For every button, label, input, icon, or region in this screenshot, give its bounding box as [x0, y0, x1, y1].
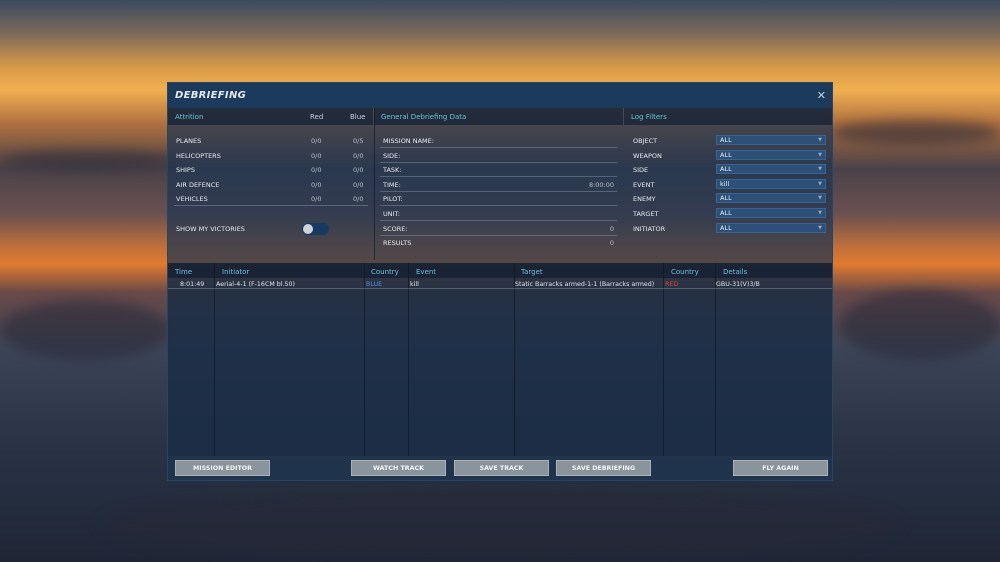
filter-dropdown[interactable]: ALL ▼: [716, 164, 826, 175]
attrition-label: VEHICLES: [176, 195, 208, 204]
attrition-label: SHIPS: [176, 166, 195, 175]
row-details: GBU-31(V)3/B: [716, 281, 760, 288]
filter-dropdown[interactable]: ALL ▼: [716, 222, 826, 233]
col-red: Red: [310, 112, 324, 121]
row-initiator: Aerial-4-1 (F-16CM bl.50): [216, 281, 295, 288]
filter-value: ALL: [720, 150, 732, 159]
attrition-label: AIR DEFENCE: [176, 180, 220, 189]
general-label: RESULTS: [383, 239, 412, 248]
col-blue: Blue: [350, 112, 366, 121]
chevron-down-icon: ▼: [818, 224, 822, 231]
attrition-red: 0/0: [311, 195, 322, 204]
general-label: PILOT:: [383, 195, 403, 204]
filters-title: Log Filters: [631, 112, 667, 121]
general-label: MISSION NAME:: [383, 137, 434, 145]
chevron-down-icon: ▼: [818, 195, 822, 202]
attrition-label: PLANES: [176, 137, 202, 145]
chevron-down-icon: ▼: [818, 210, 822, 216]
row-target-country: RED: [665, 281, 679, 288]
show-victories-toggle[interactable]: [302, 223, 329, 235]
col-time[interactable]: Time: [175, 268, 192, 276]
attrition-blue: 0/0: [353, 195, 364, 204]
watch-track-button[interactable]: WATCH TRACK: [351, 460, 446, 476]
general-value: 0: [609, 224, 614, 233]
filter-value: ALL: [720, 194, 732, 203]
chevron-down-icon: ▼: [818, 137, 822, 143]
filter-value: kill: [720, 179, 730, 188]
attrition-red: 0/0: [311, 166, 322, 175]
row-time: 8:01:49: [180, 281, 205, 288]
filter-dropdown[interactable]: ALL ▼: [716, 193, 826, 204]
filter-label: TARGET: [633, 210, 659, 218]
col-target-country[interactable]: Country: [671, 268, 699, 276]
filter-value: ALL: [720, 165, 732, 174]
col-target[interactable]: Target: [521, 268, 543, 276]
attrition-red: 0/0: [311, 151, 322, 160]
mission-editor-button[interactable]: MISSION EDITOR: [175, 460, 270, 476]
filter-label: EVENT: [633, 180, 655, 189]
save-track-button[interactable]: SAVE TRACK: [454, 460, 549, 476]
col-country[interactable]: Country: [371, 268, 399, 276]
filter-label: ENEMY: [633, 195, 656, 204]
general-label: TASK:: [383, 166, 402, 175]
fly-again-button[interactable]: FLY AGAIN: [733, 460, 828, 476]
filter-value: ALL: [720, 223, 732, 232]
filter-label: OBJECT: [633, 137, 658, 145]
filter-dropdown[interactable]: ALL ▼: [716, 149, 826, 160]
general-label: SCORE:: [383, 224, 408, 233]
attrition-label: HELICOPTERS: [176, 151, 221, 160]
attrition-red: 0/0: [311, 137, 322, 145]
filter-value: ALL: [720, 209, 732, 217]
filter-label: WEAPON: [633, 151, 662, 160]
close-icon[interactable]: ✕: [817, 89, 826, 102]
attrition-blue: 0/0: [353, 166, 364, 175]
row-event: kill: [410, 281, 419, 288]
row-target: Static Barracks armed-1-1 (Barracks arme…: [515, 281, 655, 288]
filter-label: SIDE: [633, 166, 649, 175]
chevron-down-icon: ▼: [818, 166, 822, 173]
save-debriefing-button[interactable]: SAVE DEBRIEFING: [556, 460, 651, 476]
filter-dropdown[interactable]: ALL ▼: [716, 208, 826, 218]
col-details[interactable]: Details: [723, 268, 747, 276]
attrition-blue: 0/5: [353, 137, 364, 145]
show-victories-label: SHOW MY VICTORIES: [176, 225, 245, 233]
general-value: 8:00:00: [588, 180, 614, 189]
chevron-down-icon: ▼: [818, 180, 822, 187]
dialog-title: DEBRIEFING: [168, 83, 832, 108]
row-country: BLUE: [366, 281, 383, 288]
log-table: [168, 263, 832, 456]
attrition-title: Attrition: [175, 112, 204, 121]
general-label: TIME:: [383, 180, 401, 189]
filter-value: ALL: [720, 136, 732, 144]
chevron-down-icon: ▼: [818, 151, 822, 158]
col-initiator[interactable]: Initiator: [222, 268, 249, 276]
filter-dropdown[interactable]: ALL ▼: [716, 135, 826, 145]
filter-label: INITIATOR: [633, 224, 666, 233]
attrition-blue: 0/0: [353, 151, 364, 160]
general-title: General Debriefing Data: [381, 112, 467, 121]
general-label: SIDE:: [383, 151, 401, 160]
filters-header: Log Filters: [624, 108, 832, 125]
attrition-blue: 0/0: [353, 180, 364, 189]
general-label: UNIT:: [383, 210, 400, 218]
debriefing-dialog: DEBRIEFING ✕ Attrition Red Blue General …: [167, 82, 833, 481]
attrition-header: Attrition Red Blue: [168, 108, 373, 125]
general-value: 0: [609, 239, 614, 248]
general-header: General Debriefing Data: [374, 108, 623, 125]
filter-dropdown[interactable]: kill ▼: [716, 178, 826, 189]
attrition-red: 0/0: [311, 180, 322, 189]
col-event[interactable]: Event: [416, 268, 436, 276]
